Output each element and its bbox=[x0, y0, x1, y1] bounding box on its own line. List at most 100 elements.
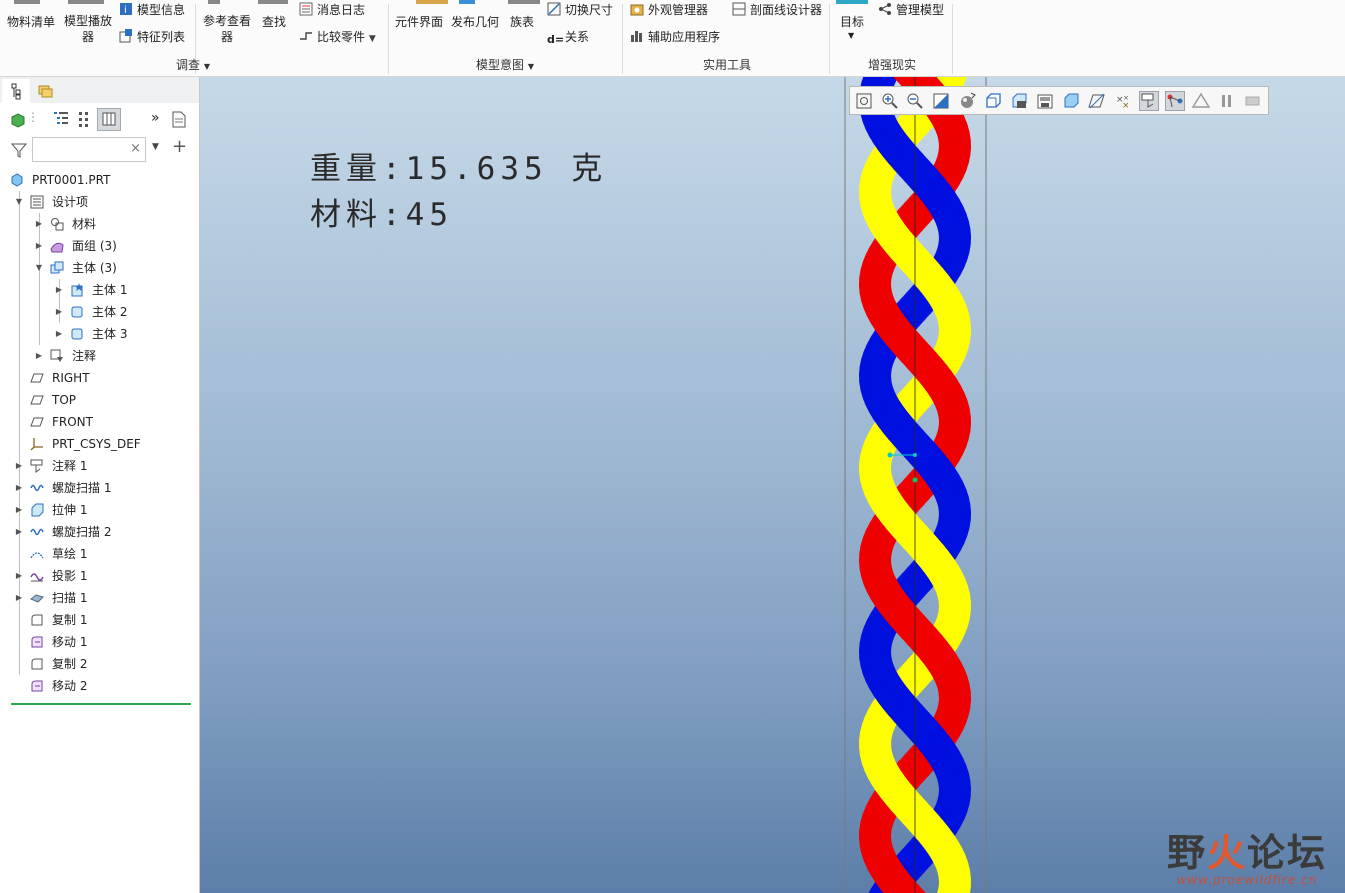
group-label-model-intent[interactable]: 模型意图 ▼ bbox=[476, 56, 534, 73]
add-icon[interactable]: + bbox=[172, 136, 187, 157]
copy-icon bbox=[31, 614, 43, 626]
separator-dots-icon: ⋮ bbox=[27, 110, 39, 124]
reference-viewer-button[interactable]: 参考查看器 bbox=[202, 13, 252, 45]
manage-model-button[interactable]: 管理模型 bbox=[878, 1, 944, 18]
spin-center-button[interactable] bbox=[1165, 91, 1185, 111]
compare-part-button[interactable]: 比较零件 ▼ bbox=[299, 28, 376, 45]
expand-toggle-icon[interactable]: ▶ bbox=[14, 587, 24, 609]
feature-list-button[interactable]: 特征列表 bbox=[119, 28, 185, 45]
switch-dimensions-button[interactable]: 切换尺寸 bbox=[547, 1, 613, 18]
model-player-button[interactable]: 模型播放器 bbox=[63, 13, 113, 45]
strand-yellow-segment bbox=[899, 521, 937, 559]
pause-icon[interactable] bbox=[1217, 91, 1237, 111]
sweep-icon bbox=[30, 594, 44, 603]
datum-planes-icon[interactable] bbox=[1087, 91, 1107, 111]
expand-toggle-icon[interactable]: ▶ bbox=[54, 323, 64, 345]
overflow-chevron-icon[interactable]: » bbox=[151, 110, 160, 126]
perspective-icon[interactable] bbox=[1191, 91, 1211, 111]
display-style-icon[interactable] bbox=[1009, 91, 1029, 111]
material-annotation: 材料:45 bbox=[310, 197, 453, 233]
chevron-down-icon[interactable]: ▼ bbox=[369, 34, 376, 44]
move-icon bbox=[31, 680, 43, 692]
expand-toggle-icon[interactable]: ▼ bbox=[34, 257, 44, 279]
expand-toggle-icon[interactable]: ▶ bbox=[14, 455, 24, 477]
section-designer-button[interactable]: 剖面线设计器 bbox=[732, 1, 822, 18]
tree-item-label: 注释 1 bbox=[52, 459, 88, 473]
auxiliary-apps-button[interactable]: 辅助应用程序 bbox=[630, 28, 720, 45]
expand-toggle-icon[interactable]: ▶ bbox=[14, 477, 24, 499]
bom-button[interactable]: 物料清单 bbox=[7, 13, 55, 30]
search-input[interactable] bbox=[35, 139, 131, 162]
copy-icon bbox=[31, 658, 43, 670]
tab-folder-browser[interactable] bbox=[32, 79, 60, 103]
braided-helix-model[interactable] bbox=[840, 77, 1000, 893]
chevron-down-icon: ▼ bbox=[203, 62, 210, 71]
saved-views-icon[interactable] bbox=[983, 91, 1003, 111]
filter-icon[interactable] bbox=[11, 142, 27, 158]
expand-toggle-icon[interactable]: ▶ bbox=[34, 345, 44, 367]
show-icon[interactable] bbox=[10, 112, 26, 128]
expand-toggle-icon[interactable]: ▶ bbox=[34, 213, 44, 235]
close-icon[interactable]: × bbox=[130, 141, 141, 156]
watermark-logo: 野火论坛 bbox=[1166, 831, 1327, 875]
family-table-button[interactable]: 族表 bbox=[510, 13, 534, 30]
tree-item-label: 螺旋扫描 1 bbox=[52, 481, 112, 495]
switch-dims-icon bbox=[547, 2, 561, 16]
relations-icon: d= bbox=[547, 33, 565, 46]
compare-icon bbox=[299, 29, 313, 42]
tree-settings-button[interactable] bbox=[97, 108, 121, 131]
switch-dims-label: 切换尺寸 bbox=[565, 3, 614, 17]
group-separator bbox=[388, 4, 389, 74]
group-label-investigate[interactable]: 调查 ▼ bbox=[176, 56, 210, 73]
expand-toggle-icon[interactable]: ▶ bbox=[14, 499, 24, 521]
zoom-in-icon[interactable] bbox=[880, 91, 900, 111]
graphics-window[interactable]: 重量:15.635 克 材料:45 × × × 野火论坛 www.proewil… bbox=[200, 77, 1345, 893]
feature-list-icon bbox=[119, 29, 133, 43]
insert-here-marker[interactable] bbox=[11, 703, 191, 705]
tab-model-tree[interactable] bbox=[2, 79, 30, 103]
tree-list-icon[interactable] bbox=[53, 110, 69, 128]
datum-plane-icon bbox=[30, 395, 44, 405]
expand-toggle-icon[interactable]: ▶ bbox=[14, 521, 24, 543]
repaint-icon[interactable] bbox=[931, 91, 951, 111]
helical-sweep-icon bbox=[30, 484, 44, 492]
chevron-down-icon[interactable]: ▼ bbox=[848, 31, 854, 40]
expand-toggle-icon[interactable]: ▶ bbox=[54, 279, 64, 301]
tree-item-label: 设计项 bbox=[52, 195, 89, 209]
tree-item-label: 扫描 1 bbox=[52, 591, 88, 605]
expand-toggle-icon[interactable]: ▶ bbox=[14, 565, 24, 587]
tree-item-label: 主体 3 bbox=[92, 327, 128, 341]
ribbon-cut-icon bbox=[416, 0, 448, 4]
expand-toggle-icon[interactable]: ▶ bbox=[54, 301, 64, 323]
move-icon bbox=[31, 636, 43, 648]
component-interface-button[interactable]: 元件界面 bbox=[395, 13, 443, 30]
zoom-out-icon[interactable] bbox=[905, 91, 925, 111]
tree-columns-icon[interactable] bbox=[78, 110, 90, 128]
tree-item-label: TOP bbox=[52, 393, 77, 407]
ribbon-icon[interactable] bbox=[1243, 91, 1263, 111]
mass-annotation: 重量:15.635 克 bbox=[310, 151, 608, 187]
target-button[interactable]: 目标 bbox=[840, 13, 864, 30]
camera-icon[interactable] bbox=[1035, 91, 1055, 111]
document-icon[interactable] bbox=[171, 111, 187, 129]
datum-points-icon[interactable]: ××× bbox=[1113, 91, 1133, 111]
tree-item-label: FRONT bbox=[52, 415, 93, 429]
tree-item-label: 移动 1 bbox=[52, 635, 88, 649]
publish-geometry-button[interactable]: 发布几何 bbox=[451, 13, 499, 30]
expand-toggle-icon[interactable]: ▶ bbox=[34, 235, 44, 257]
annotation-display-button[interactable] bbox=[1139, 91, 1159, 111]
expand-toggle-icon[interactable]: ▼ bbox=[14, 191, 24, 213]
body-icon bbox=[71, 306, 83, 318]
message-log-button[interactable]: 消息日志 bbox=[299, 1, 365, 18]
appearance-manager-button[interactable]: 外观管理器 bbox=[630, 1, 708, 18]
find-button[interactable]: 查找 bbox=[262, 13, 286, 30]
model-info-button[interactable]: i 模型信息 bbox=[119, 1, 185, 18]
datum-point[interactable] bbox=[912, 477, 918, 483]
chevron-down-icon[interactable]: ▼ bbox=[152, 142, 159, 152]
relations-button[interactable]: d=关系 bbox=[547, 28, 589, 46]
section-view-icon[interactable] bbox=[1061, 91, 1081, 111]
relations-label: 关系 bbox=[565, 30, 590, 44]
strand-blue-segment bbox=[895, 701, 933, 739]
zoom-fit-icon[interactable] bbox=[854, 91, 874, 111]
reorient-icon[interactable] bbox=[957, 91, 977, 111]
